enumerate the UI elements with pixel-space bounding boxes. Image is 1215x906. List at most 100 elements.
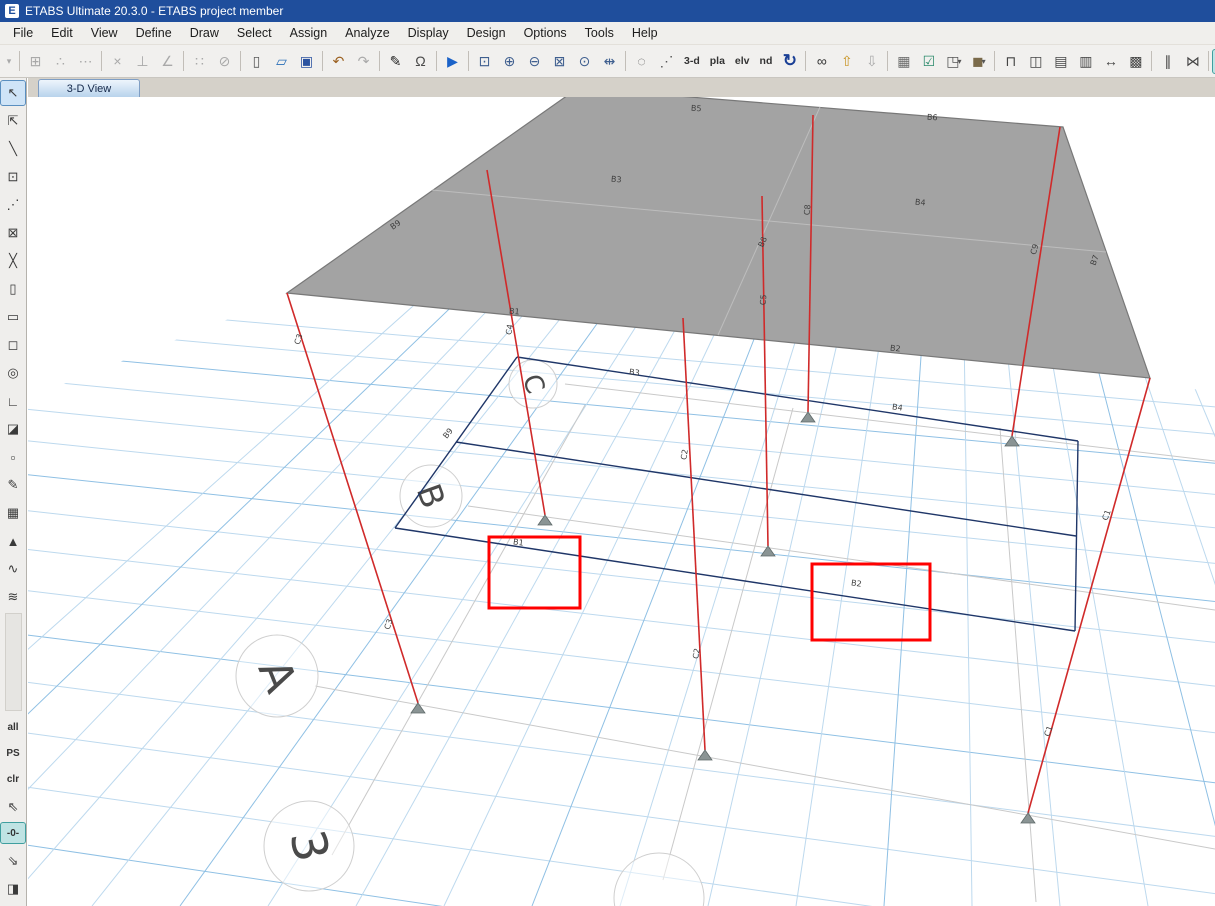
toolbar-separator bbox=[19, 51, 20, 71]
zoom-fit-button[interactable]: ⊠ bbox=[548, 50, 571, 73]
menu-design[interactable]: Design bbox=[458, 23, 515, 43]
toolbar-separator bbox=[468, 51, 469, 71]
draw-wall-stack-button[interactable]: ◪ bbox=[1, 417, 25, 441]
save-button[interactable]: ▣ bbox=[295, 50, 318, 73]
draw-wall-button[interactable]: ∟ bbox=[1, 389, 25, 413]
draw-circle-area-button[interactable]: ◎ bbox=[1, 361, 25, 385]
snap-to-midpoint-button[interactable]: ⋯ bbox=[74, 50, 97, 73]
snap-to-line-button[interactable]: ∠ bbox=[156, 50, 179, 73]
draw-deck-props-button[interactable]: ▥ bbox=[1074, 50, 1097, 73]
menu-define[interactable]: Define bbox=[127, 23, 181, 43]
support-triangle[interactable] bbox=[698, 750, 712, 760]
menu-assign[interactable]: Assign bbox=[281, 23, 337, 43]
beam-line[interactable] bbox=[517, 357, 1078, 441]
roof-slab[interactable] bbox=[287, 97, 1150, 378]
section-cut-button[interactable]: ▩ bbox=[1124, 50, 1147, 73]
run-analysis-button[interactable]: ▶ bbox=[441, 50, 464, 73]
story-lock-button[interactable]: -0- bbox=[1, 823, 25, 843]
draw-links-button[interactable]: ╳ bbox=[1, 249, 25, 273]
snap-off-icon: ⊘ bbox=[219, 53, 231, 70]
toolbar-separator bbox=[994, 51, 995, 71]
move-up-story-button[interactable]: ⇧ bbox=[835, 50, 858, 73]
draw-dimension-button[interactable]: ✎ bbox=[1, 473, 25, 497]
menu-help[interactable]: Help bbox=[623, 23, 667, 43]
lock-model-button[interactable]: Ω bbox=[409, 50, 432, 73]
zoom-previous-button[interactable]: ⊙ bbox=[573, 50, 596, 73]
draw-slab-props-button[interactable]: ▤ bbox=[1049, 50, 1072, 73]
draw-wall-props-button[interactable]: ◫ bbox=[1024, 50, 1047, 73]
column-line[interactable] bbox=[1028, 378, 1150, 813]
menu-display[interactable]: Display bbox=[399, 23, 458, 43]
view-plan-button[interactable]: pla bbox=[706, 50, 729, 73]
snap-off-button[interactable]: ⊘ bbox=[213, 50, 236, 73]
menu-select[interactable]: Select bbox=[228, 23, 281, 43]
dimension-line-button[interactable]: ↔ bbox=[1099, 50, 1122, 73]
snap-to-intersection-button[interactable]: × bbox=[106, 50, 129, 73]
zoom-in-button[interactable]: ⊕ bbox=[498, 50, 521, 73]
object-view-options-button[interactable]: ◳▾ bbox=[942, 50, 965, 73]
zoom-window-button[interactable]: ⊡ bbox=[473, 50, 496, 73]
edit-pen-button[interactable]: ✎ bbox=[384, 50, 407, 73]
draw-slab-button[interactable]: ▦ bbox=[1, 501, 25, 525]
view-3d-button[interactable]: 3-d bbox=[680, 50, 704, 73]
draw-spline-button[interactable]: ∿ bbox=[1, 557, 25, 581]
support-triangle[interactable] bbox=[411, 703, 425, 713]
display-options-button[interactable]: ∞ bbox=[810, 50, 833, 73]
toolbar-separator bbox=[379, 51, 380, 71]
column-line[interactable] bbox=[287, 293, 418, 703]
show-selection-only-button[interactable]: ◨ bbox=[1, 877, 25, 901]
view-named-display-button[interactable]: nd bbox=[756, 50, 777, 73]
redo-button[interactable]: ↷ bbox=[352, 50, 375, 73]
canvas-3d-view[interactable]: CBA3B1B2B3B4B5B6B9B8B7B1B2B3B4B9C3C3C4C2… bbox=[28, 97, 1215, 906]
edit-stories-grid-button[interactable]: ▦ bbox=[892, 50, 915, 73]
toolbar-overflow-button[interactable]: ▾ bbox=[3, 50, 15, 73]
tab-3d-view[interactable]: 3-D View bbox=[38, 79, 140, 97]
draw-tower-button[interactable]: ▲ bbox=[1, 529, 25, 553]
snap-settings-button[interactable]: ⋰ bbox=[655, 50, 678, 73]
draw-rect-area-icon: ▭ bbox=[7, 309, 19, 325]
draw-links-icon: ╳ bbox=[9, 253, 17, 269]
menu-draw[interactable]: Draw bbox=[181, 23, 228, 43]
beam-label: B2 bbox=[850, 578, 862, 588]
align-objects-button[interactable]: ∥ bbox=[1156, 50, 1179, 73]
draw-rect-area-button[interactable]: ▭ bbox=[1, 305, 25, 329]
select-previous-button[interactable]: PS bbox=[1, 743, 25, 763]
draw-poly-area-button[interactable]: ◻ bbox=[1, 333, 25, 357]
rotate-3d-view-button[interactable]: ↻ bbox=[778, 50, 801, 73]
rubber-band-select-button[interactable]: ◌ bbox=[630, 50, 653, 73]
reselect-button[interactable]: ⇘ bbox=[1, 849, 25, 873]
menu-analyze[interactable]: Analyze bbox=[336, 23, 398, 43]
draw-frame-button[interactable]: ⋰ bbox=[1, 193, 25, 217]
menu-view[interactable]: View bbox=[82, 23, 127, 43]
snap-to-fine-grid-button[interactable]: ∷ bbox=[188, 50, 211, 73]
pan-button[interactable]: ⇹ bbox=[598, 50, 621, 73]
snap-to-grid-button[interactable]: ⊞ bbox=[24, 50, 47, 73]
new-model-button[interactable]: ▯ bbox=[245, 50, 268, 73]
extruded-view-button[interactable]: ◼▾ bbox=[967, 50, 990, 73]
reshape-object-button[interactable]: ⇱ bbox=[1, 109, 25, 133]
draw-special-joint-button[interactable]: ⊡ bbox=[1, 165, 25, 189]
undo-button[interactable]: ↶ bbox=[327, 50, 350, 73]
snap-to-perpendicular-button[interactable]: ⊥ bbox=[131, 50, 154, 73]
draw-frame-props-button[interactable]: ⊓ bbox=[999, 50, 1022, 73]
menu-edit[interactable]: Edit bbox=[42, 23, 82, 43]
move-down-story-button[interactable]: ⇩ bbox=[860, 50, 883, 73]
view-elevation-button[interactable]: elv bbox=[731, 50, 754, 73]
check-model-button[interactable]: ☑ bbox=[917, 50, 940, 73]
draw-area-button[interactable]: ▯ bbox=[1, 277, 25, 301]
merge-joints-button[interactable]: ⋈ bbox=[1181, 50, 1204, 73]
draw-braces-button[interactable]: ⊠ bbox=[1, 221, 25, 245]
select-arrow-button[interactable]: ↖ bbox=[1, 81, 25, 105]
draw-line-button[interactable]: ╲ bbox=[1, 137, 25, 161]
zoom-out-button[interactable]: ⊖ bbox=[523, 50, 546, 73]
clear-selection-button[interactable]: clr bbox=[1, 769, 25, 789]
open-file-button[interactable]: ▱ bbox=[270, 50, 293, 73]
draw-ramp-button[interactable]: ≋ bbox=[1, 585, 25, 609]
menu-options[interactable]: Options bbox=[515, 23, 576, 43]
snap-to-joint-button[interactable]: ∴ bbox=[49, 50, 72, 73]
draw-opening-button[interactable]: ▫ bbox=[1, 445, 25, 469]
menu-file[interactable]: File bbox=[4, 23, 42, 43]
select-all-button[interactable]: all bbox=[1, 717, 25, 737]
invert-selection-button[interactable]: ⇖ bbox=[1, 795, 25, 819]
menu-tools[interactable]: Tools bbox=[576, 23, 623, 43]
